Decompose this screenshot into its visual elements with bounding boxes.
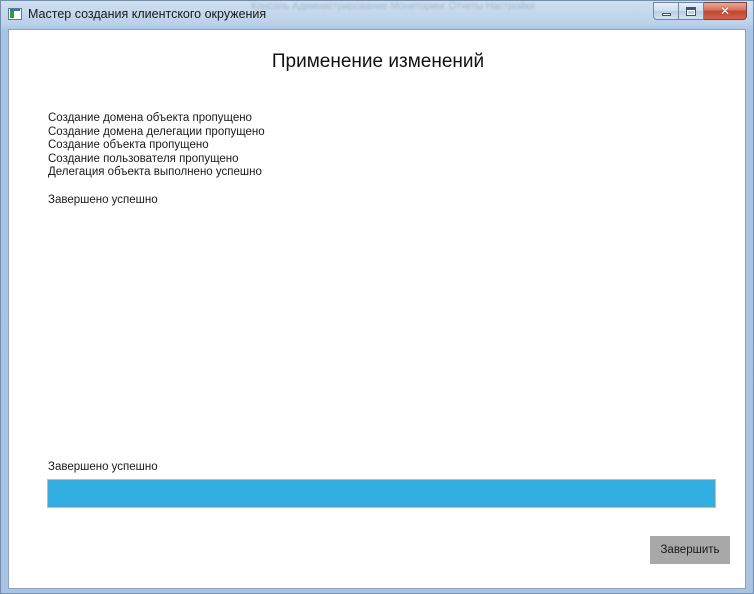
finish-button[interactable]: Завершить [650,536,730,564]
operation-log: Создание домена объекта пропущено Создан… [48,112,265,208]
log-line: Создание объекта пропущено [48,139,209,152]
close-button[interactable]: ✕ [704,2,747,20]
background-menu: Консоль Администрирование Мониторинг Отч… [251,1,535,11]
title-bar[interactable]: Мастер создания клиентского окружения Ко… [1,1,753,29]
log-line: Делегация объекта выполнено успешно [48,166,262,179]
log-spacer [48,180,265,194]
log-line: Создание пользователя пропущено [48,152,239,165]
window-controls: ✕ [653,2,747,20]
minimize-icon [662,13,671,16]
app-icon [8,8,22,20]
progress-bar [47,479,716,508]
progress-fill [48,480,715,507]
minimize-button[interactable] [653,2,679,20]
log-result: Завершено успешно [48,193,158,206]
wizard-window: Мастер создания клиентского окружения Ко… [0,0,754,594]
maximize-button[interactable] [679,2,704,20]
log-line: Создание домена делегации пропущено [48,125,265,138]
log-line: Создание домена объекта пропущено [48,112,252,124]
wizard-content: Применение изменений Создание домена объ… [8,29,746,589]
page-title: Применение изменений [271,51,485,72]
window-title: Мастер создания клиентского окружения [28,7,267,21]
maximize-icon [686,7,696,16]
status-label: Завершено успешно [48,461,158,473]
close-icon: ✕ [719,4,731,18]
